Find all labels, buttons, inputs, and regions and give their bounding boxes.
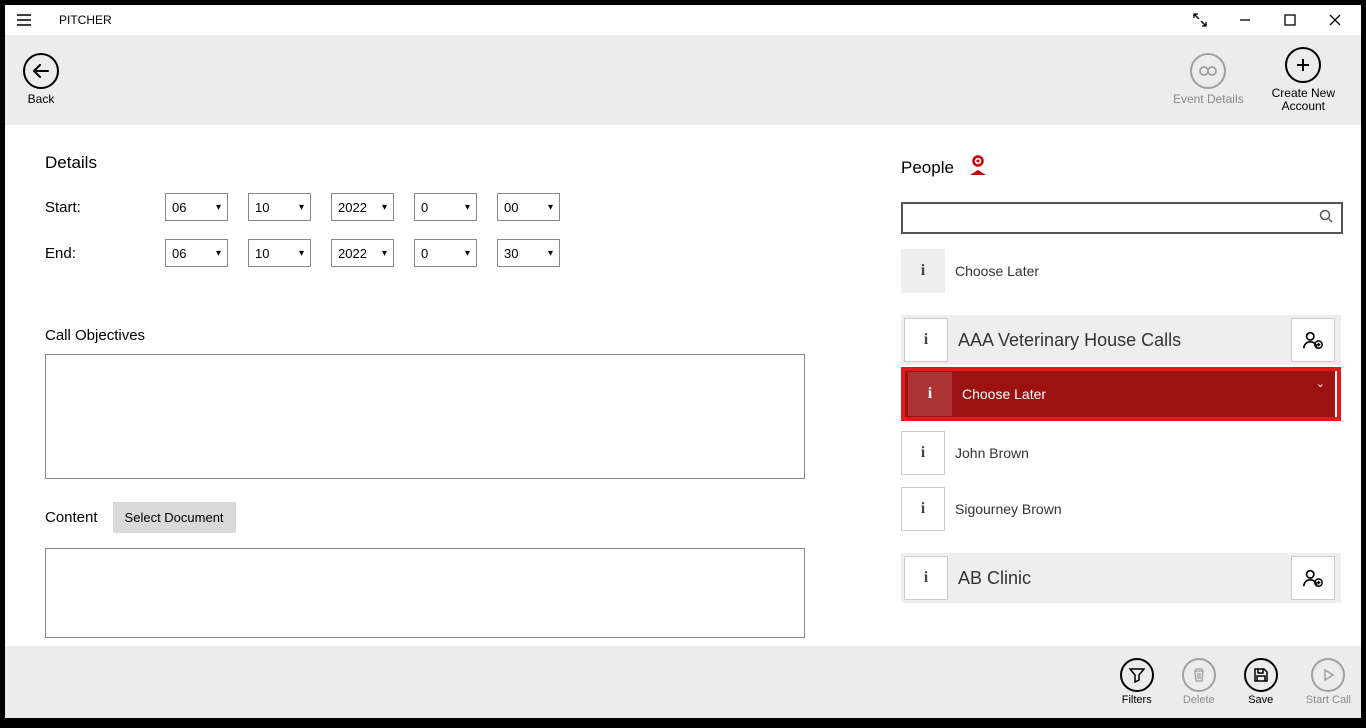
people-list[interactable]: i Choose Later i AAA Veterinary House Ca… (901, 249, 1343, 646)
end-hour-select[interactable]: 0▾ (414, 239, 477, 267)
chevron-down-icon: ▾ (216, 248, 221, 259)
chevron-down-icon: ▾ (216, 202, 221, 213)
chevron-down-icon: ▾ (299, 202, 304, 213)
event-details-label: Event Details (1173, 93, 1244, 106)
start-year-select[interactable]: 2022▾ (331, 193, 394, 221)
people-search[interactable] (901, 202, 1343, 234)
call-objectives-label: Call Objectives (45, 327, 861, 344)
start-label: Start: (45, 199, 165, 216)
details-title: Details (45, 153, 861, 173)
back-label: Back (28, 93, 55, 106)
create-new-account-button[interactable]: Create New Account (1272, 47, 1335, 113)
close-icon[interactable] (1312, 5, 1357, 35)
save-button[interactable]: Save (1244, 658, 1278, 706)
start-minute-select[interactable]: 00▾ (497, 193, 560, 221)
people-search-input[interactable] (911, 211, 1319, 226)
people-icon (966, 153, 990, 182)
info-icon[interactable]: i (904, 318, 948, 362)
people-group-aaa-vet[interactable]: i AAA Veterinary House Calls (901, 315, 1341, 365)
start-hour-select[interactable]: 0▾ (414, 193, 477, 221)
expand-icon[interactable] (1177, 5, 1222, 35)
top-toolbar: Back Event Details Create New Account (5, 35, 1361, 125)
chevron-down-icon: ▾ (548, 248, 553, 259)
search-icon (1319, 209, 1333, 228)
minimize-icon[interactable] (1222, 5, 1267, 35)
content-label: Content (45, 509, 98, 526)
info-icon[interactable]: i (904, 556, 948, 600)
end-day-select[interactable]: 06▾ (165, 239, 228, 267)
chevron-down-icon: ▾ (465, 202, 470, 213)
end-label: End: (45, 245, 165, 262)
filters-button[interactable]: Filters (1120, 658, 1154, 706)
delete-button[interactable]: Delete (1182, 658, 1216, 706)
end-month-select[interactable]: 10▾ (248, 239, 311, 267)
info-icon[interactable]: i (901, 487, 945, 531)
people-group-ab-clinic[interactable]: i AB Clinic (901, 553, 1341, 603)
end-minute-select[interactable]: 30▾ (497, 239, 560, 267)
end-year-select[interactable]: 2022▾ (331, 239, 394, 267)
people-item-selected[interactable]: i Choose Later ⌄ (901, 367, 1341, 421)
back-button[interactable]: Back (23, 53, 59, 106)
people-title: People (901, 153, 1343, 182)
app-title: PITCHER (59, 13, 112, 27)
chevron-down-icon: ▾ (382, 202, 387, 213)
chevron-down-icon: ▾ (299, 248, 304, 259)
chevron-down-icon: ⌄ (1316, 377, 1325, 390)
select-document-button[interactable]: Select Document (113, 502, 236, 533)
chevron-down-icon: ▾ (382, 248, 387, 259)
maximize-icon[interactable] (1267, 5, 1312, 35)
info-icon[interactable]: i (908, 372, 952, 416)
event-details-button[interactable]: Event Details (1173, 53, 1244, 106)
start-day-select[interactable]: 06▾ (165, 193, 228, 221)
hamburger-icon[interactable] (9, 5, 39, 35)
create-new-account-label: Create New Account (1272, 87, 1335, 113)
bottom-toolbar: Filters Delete Save Start Call (5, 646, 1361, 718)
info-icon[interactable]: i (901, 431, 945, 475)
people-item-sigourney[interactable]: i Sigourney Brown (901, 487, 1341, 531)
content-area[interactable] (45, 548, 805, 638)
info-icon[interactable]: i (901, 249, 945, 293)
add-person-button[interactable] (1291, 318, 1335, 362)
people-item-john[interactable]: i John Brown (901, 431, 1341, 475)
start-call-button[interactable]: Start Call (1306, 658, 1351, 706)
titlebar: PITCHER (5, 5, 1361, 35)
people-item-choose-later[interactable]: i Choose Later (901, 249, 1341, 293)
chevron-down-icon: ▾ (465, 248, 470, 259)
start-month-select[interactable]: 10▾ (248, 193, 311, 221)
call-objectives-input[interactable] (45, 354, 805, 479)
chevron-down-icon: ▾ (548, 202, 553, 213)
add-person-button[interactable] (1291, 556, 1335, 600)
